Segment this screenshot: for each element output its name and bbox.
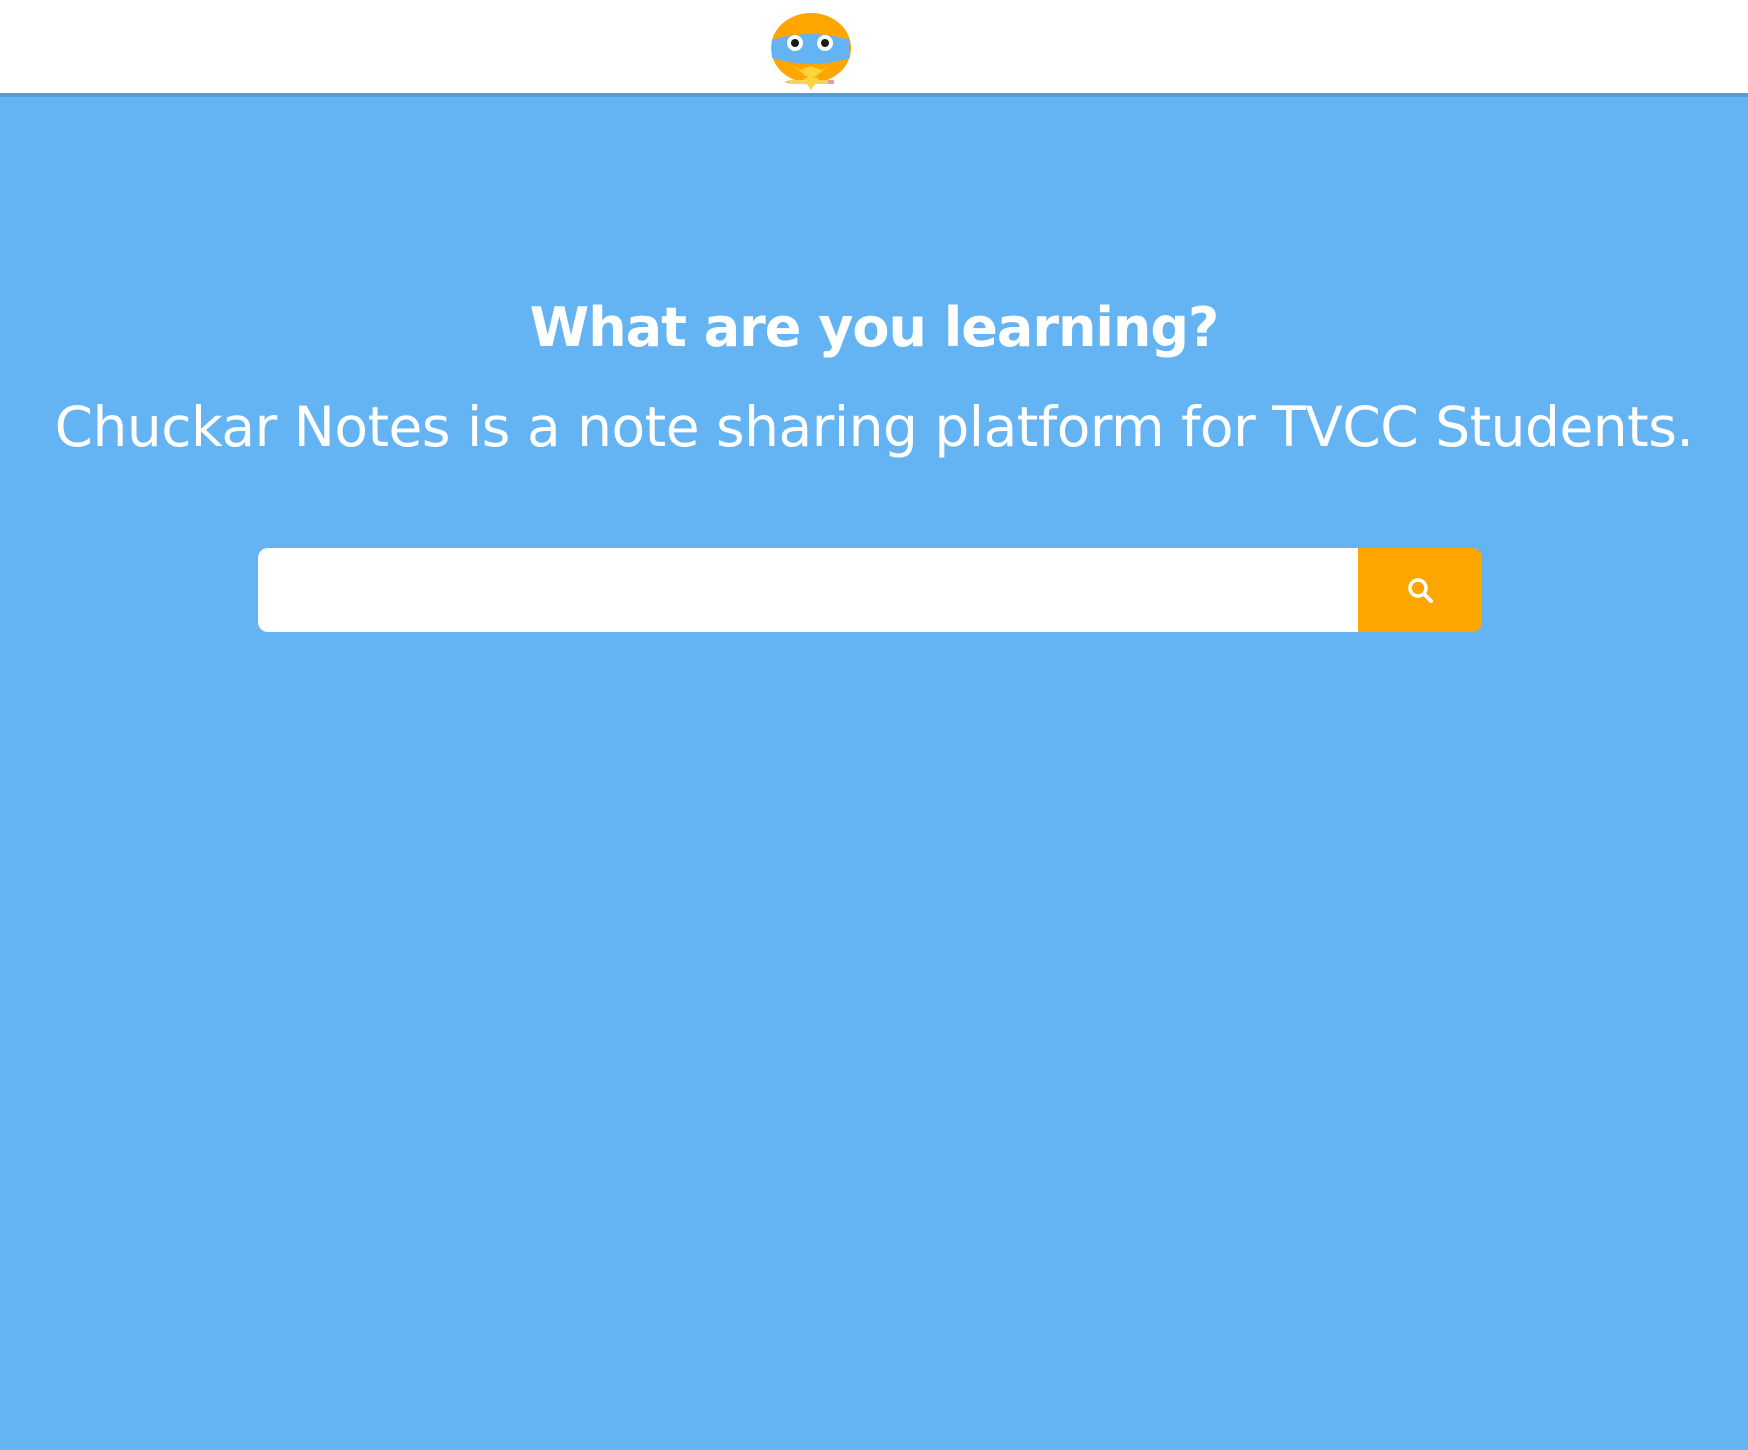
search-icon bbox=[1408, 578, 1433, 603]
top-navbar bbox=[0, 0, 1748, 97]
hero-headline: What are you learning? bbox=[529, 296, 1220, 359]
hero-tagline: Chuckar Notes is a note sharing platform… bbox=[54, 395, 1694, 459]
search-button[interactable] bbox=[1358, 548, 1482, 632]
search-input[interactable] bbox=[258, 548, 1358, 632]
search-form bbox=[258, 548, 1482, 632]
chuckar-bird-mascot-icon bbox=[771, 13, 851, 90]
hero-section: What are you learning? Chuckar Notes is … bbox=[0, 97, 1748, 1450]
